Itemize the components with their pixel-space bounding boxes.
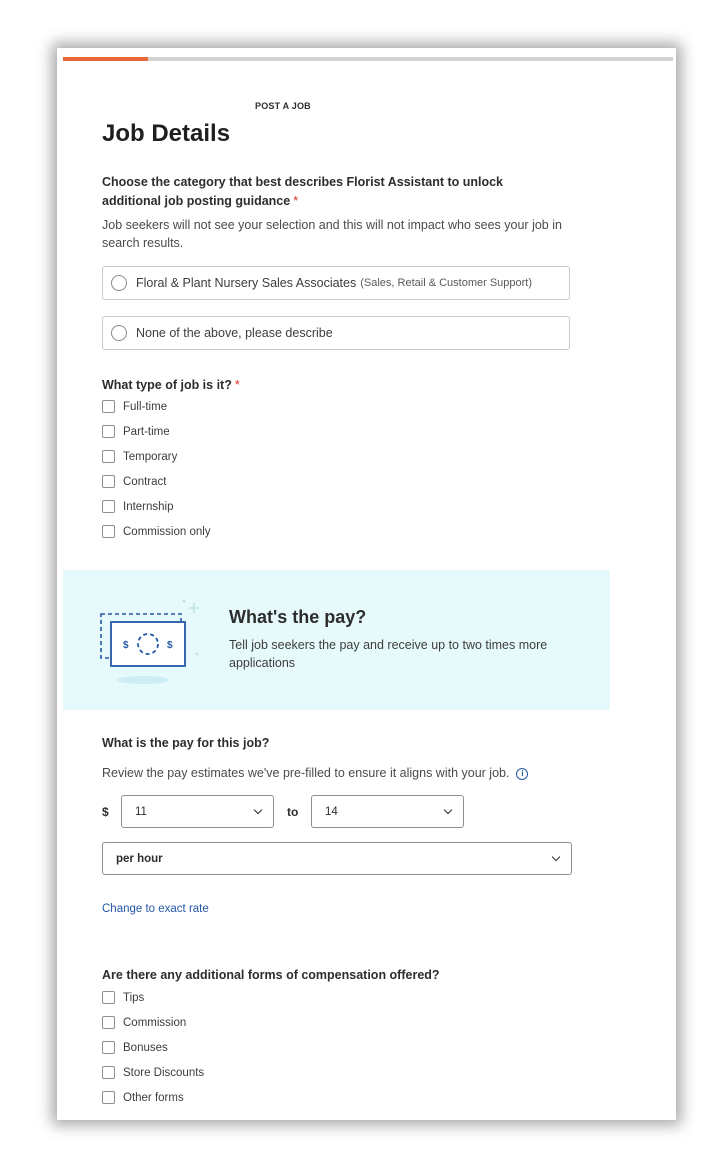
checkbox-label: Full-time: [123, 400, 168, 413]
page-title: Job Details: [102, 120, 231, 147]
money-bill-icon: $ $: [100, 599, 199, 684]
pay-max-select[interactable]: 14: [311, 795, 464, 828]
change-to-exact-rate-link[interactable]: Change to exact rate: [102, 903, 209, 915]
currency-label: $: [102, 805, 109, 819]
job-type-question: What type of job is it? *: [102, 376, 240, 395]
progress-bar-fill: [63, 57, 149, 61]
checkbox-label: Temporary: [123, 450, 178, 463]
category-helper-text: Job seekers will not see your selection …: [102, 218, 562, 250]
chevron-down-icon: [551, 852, 561, 861]
pay-max-value: 14: [325, 805, 338, 818]
checkbox-label: Part-time: [123, 425, 170, 438]
checkbox[interactable]: [102, 1041, 115, 1054]
pay-helper: Review the pay estimates we've pre-fille…: [102, 764, 602, 782]
required-marker: *: [293, 194, 299, 208]
pay-banner-title: What's the pay?: [229, 607, 367, 627]
compensation-checkbox-list: Tips Commission Bonuses Store Discounts …: [102, 985, 204, 1110]
job-type-option-internship[interactable]: Internship: [102, 494, 211, 519]
checkbox[interactable]: [102, 475, 115, 488]
compensation-option-commission[interactable]: Commission: [102, 1010, 204, 1035]
range-separator: to: [287, 805, 299, 819]
radio-option-sublabel: (Sales, Retail & Customer Support): [360, 277, 533, 289]
pay-period-value: per hour: [116, 852, 163, 865]
checkbox-label: Commission: [123, 1016, 187, 1029]
checkbox[interactable]: [102, 425, 115, 438]
checkbox[interactable]: [102, 400, 115, 413]
radio-button[interactable]: [111, 325, 127, 341]
job-details-card: POST A JOB Job Details Choose the catego…: [57, 48, 676, 1120]
compensation-option-other-forms[interactable]: Other forms: [102, 1085, 204, 1110]
pay-banner: $ $ What's the pay? Tell job seekers the…: [63, 570, 610, 710]
checkbox-label: Internship: [123, 500, 174, 513]
checkbox[interactable]: [102, 991, 115, 1004]
job-type-option-contract[interactable]: Contract: [102, 469, 211, 494]
bill-currency-right: $: [167, 640, 173, 651]
checkbox-label: Store Discounts: [123, 1066, 205, 1079]
pay-question-label: What is the pay for this job?: [102, 736, 270, 750]
job-type-option-temporary[interactable]: Temporary: [102, 444, 211, 469]
job-type-option-part-time[interactable]: Part-time: [102, 419, 211, 444]
checkbox-label: Tips: [123, 991, 145, 1004]
compensation-option-bonuses[interactable]: Bonuses: [102, 1035, 204, 1060]
job-type-option-full-time[interactable]: Full-time: [102, 394, 211, 419]
pay-min-select[interactable]: 11: [121, 795, 274, 828]
compensation-question-label: Are there any additional forms of compen…: [102, 968, 440, 982]
page-eyebrow: POST A JOB: [255, 101, 311, 111]
compensation-option-tips[interactable]: Tips: [102, 985, 204, 1010]
pay-period-select[interactable]: per hour: [102, 842, 572, 875]
pay-helper-text: Review the pay estimates we've pre-fille…: [102, 766, 510, 780]
pay-banner-subtitle: Tell job seekers the pay and receive up …: [229, 638, 548, 670]
checkbox[interactable]: [102, 525, 115, 538]
category-option-floral[interactable]: Floral & Plant Nursery Sales Associates …: [102, 266, 570, 300]
checkbox[interactable]: [102, 500, 115, 513]
checkbox-label: Other forms: [123, 1091, 184, 1104]
category-question: Choose the category that best describes …: [102, 173, 522, 211]
checkbox-label: Commission only: [123, 525, 211, 538]
chevron-down-icon: [253, 805, 263, 814]
compensation-option-store-discounts[interactable]: Store Discounts: [102, 1060, 204, 1085]
checkbox[interactable]: [102, 1066, 115, 1079]
checkbox-label: Bonuses: [123, 1041, 168, 1054]
radio-button[interactable]: [111, 275, 127, 291]
checkbox[interactable]: [102, 1091, 115, 1104]
checkbox[interactable]: [102, 1016, 115, 1029]
job-type-checkbox-list: Full-time Part-time Temporary Contract I…: [102, 394, 211, 544]
info-icon[interactable]: i: [516, 768, 529, 780]
chevron-down-icon: [443, 805, 453, 814]
progress-bar: [63, 57, 673, 61]
radio-option-label: None of the above, please describe: [136, 326, 333, 340]
category-question-label: Choose the category that best describes …: [102, 175, 504, 208]
required-marker: *: [234, 378, 240, 392]
bill-currency-left: $: [123, 640, 129, 651]
job-type-option-commission-only[interactable]: Commission only: [102, 519, 211, 544]
category-option-none[interactable]: None of the above, please describe: [102, 316, 570, 350]
job-type-question-label: What type of job is it?: [102, 378, 232, 392]
pay-min-value: 11: [135, 805, 147, 818]
checkbox[interactable]: [102, 450, 115, 463]
checkbox-label: Contract: [123, 475, 167, 488]
radio-option-label: Floral & Plant Nursery Sales Associates: [136, 276, 357, 290]
